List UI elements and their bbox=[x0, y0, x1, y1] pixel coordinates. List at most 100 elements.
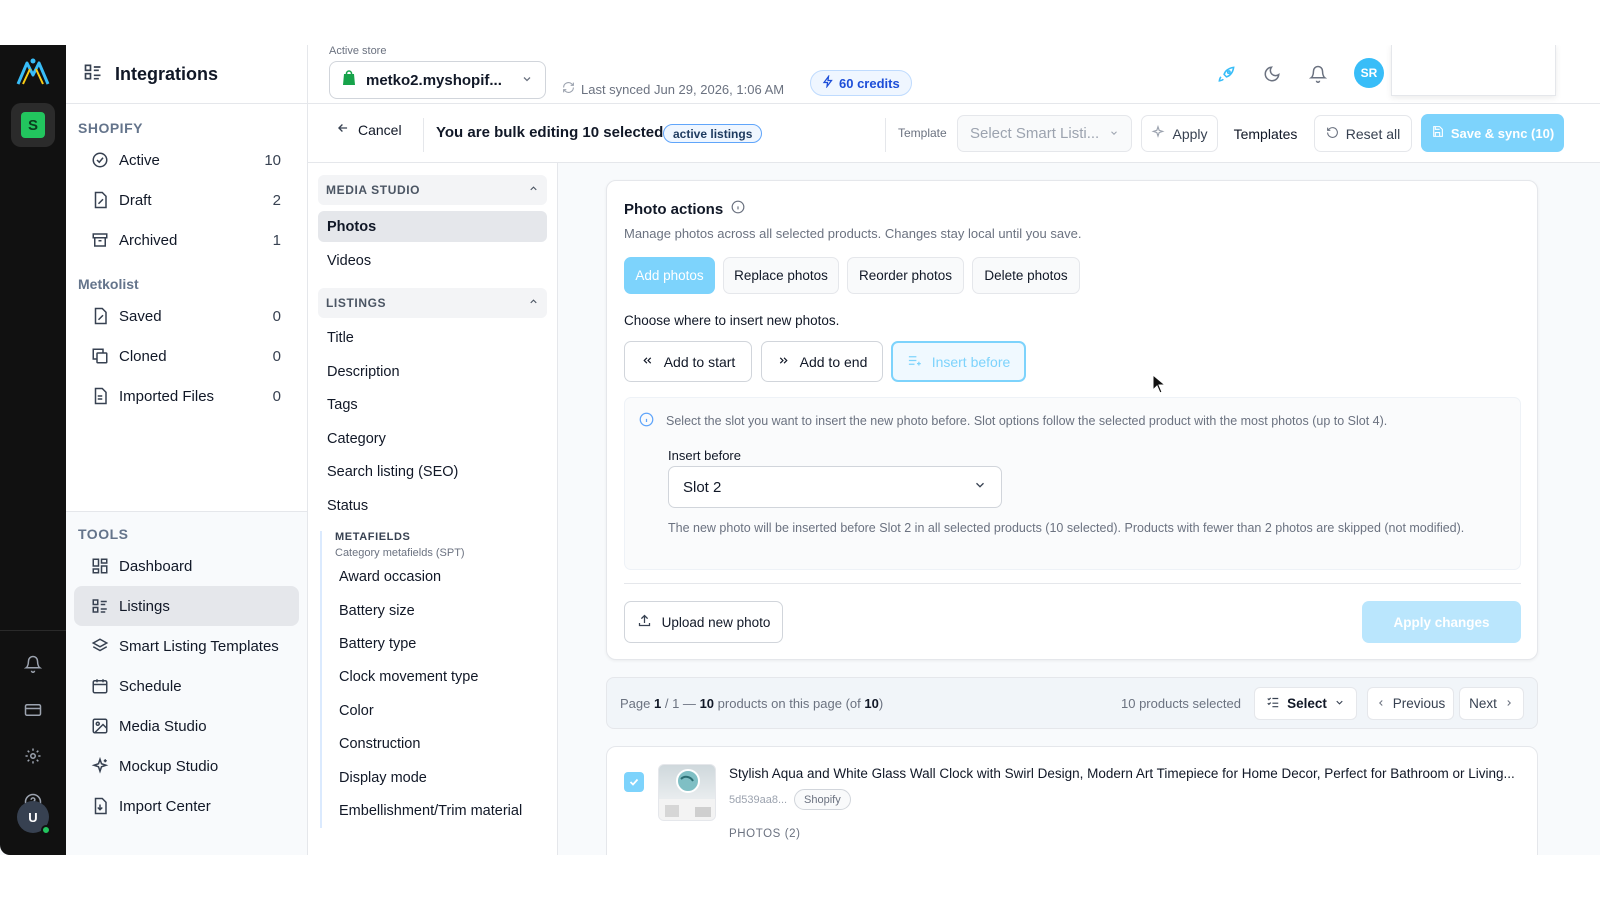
shopify-heading: SHOPIFY bbox=[78, 120, 143, 136]
upload-icon bbox=[637, 613, 652, 631]
sidebar-item-label: Dashboard bbox=[119, 557, 193, 575]
metafield-item[interactable]: Embellishment/Trim material bbox=[322, 794, 557, 827]
sidebar-item-label: Active bbox=[119, 151, 160, 169]
add-photos-button[interactable]: Add photos bbox=[624, 257, 715, 294]
calendar-icon bbox=[90, 676, 110, 696]
sidebar-item-media-studio[interactable]: Media Studio bbox=[74, 706, 299, 746]
shopify-bag-icon[interactable]: S bbox=[11, 103, 55, 147]
metafield-item[interactable]: Battery type bbox=[322, 627, 557, 660]
arrow-left-icon bbox=[336, 121, 350, 138]
delete-photos-button[interactable]: Delete photos bbox=[972, 257, 1080, 294]
page-separator: / 1 — bbox=[664, 696, 696, 711]
nav-item-tags[interactable]: Tags bbox=[318, 389, 547, 423]
next-page-button[interactable]: Next bbox=[1459, 687, 1524, 720]
previous-label: Previous bbox=[1392, 696, 1446, 711]
store-select[interactable]: metko2.myshopif... bbox=[329, 61, 546, 99]
info-icon[interactable] bbox=[731, 200, 745, 218]
select-dropdown-button[interactable]: Select bbox=[1254, 687, 1357, 720]
nav-item-videos[interactable]: Videos bbox=[318, 244, 547, 278]
product-title[interactable]: Stylish Aqua and White Glass Wall Clock … bbox=[729, 766, 1515, 781]
sidebar-item-import-center[interactable]: Import Center bbox=[74, 786, 299, 826]
metkolist-logo-icon[interactable] bbox=[15, 57, 51, 87]
avatar-initial: U bbox=[28, 809, 38, 825]
choose-position-label: Choose where to insert new photos. bbox=[624, 313, 840, 328]
main-panel: Photo actions Manage photos across all s… bbox=[558, 163, 1600, 855]
sidebar-item-schedule[interactable]: Schedule bbox=[74, 666, 299, 706]
sidebar-item-active[interactable]: Active 10 bbox=[74, 140, 299, 180]
nav-item-status[interactable]: Status bbox=[318, 489, 547, 523]
page-info: Page 1 / 1 — 10 products on this page (o… bbox=[620, 696, 883, 711]
upload-new-photo-button[interactable]: Upload new photo bbox=[624, 601, 783, 643]
slot-select[interactable]: Slot 2 bbox=[668, 466, 1002, 508]
sidebar-item-mockup-studio[interactable]: Mockup Studio bbox=[74, 746, 299, 786]
sidebar-item-archived[interactable]: Archived 1 bbox=[74, 220, 299, 260]
replace-photos-button[interactable]: Replace photos bbox=[723, 257, 839, 294]
sidebar-item-cloned[interactable]: Cloned 0 bbox=[74, 336, 299, 376]
image-icon bbox=[90, 716, 110, 736]
nav-item-photos[interactable]: Photos bbox=[318, 211, 547, 242]
sidebar-item-listings[interactable]: Listings bbox=[74, 586, 299, 626]
info-icon bbox=[639, 412, 654, 430]
metafield-item[interactable]: Color bbox=[322, 694, 557, 727]
sidebar-header: Integrations bbox=[66, 45, 307, 104]
card-icon[interactable] bbox=[22, 699, 44, 721]
nav-item-title[interactable]: Title bbox=[318, 322, 547, 356]
previous-page-button[interactable]: Previous bbox=[1367, 687, 1454, 720]
chevron-down-icon bbox=[1334, 696, 1345, 711]
user-avatar[interactable]: U bbox=[17, 801, 51, 835]
chevron-left-icon bbox=[1376, 696, 1386, 711]
product-checkbox[interactable] bbox=[624, 772, 644, 792]
add-to-end-button[interactable]: Add to end bbox=[761, 341, 883, 382]
sidebar-item-draft[interactable]: Draft 2 bbox=[74, 180, 299, 220]
list-check-icon bbox=[1266, 695, 1280, 712]
nav-item-search-listing-seo[interactable]: Search listing (SEO) bbox=[318, 456, 547, 490]
check-icon bbox=[629, 778, 639, 786]
metafield-item[interactable]: Construction bbox=[322, 727, 557, 760]
tools-heading: TOOLS bbox=[78, 526, 129, 542]
add-to-start-button[interactable]: Add to start bbox=[624, 341, 752, 382]
insert-before-button[interactable]: Insert before bbox=[891, 341, 1026, 382]
templates-button[interactable]: Templates bbox=[1226, 115, 1305, 152]
sidebar-item-smart-listing-templates[interactable]: Smart Listing Templates bbox=[74, 626, 299, 666]
gear-icon[interactable] bbox=[22, 745, 44, 767]
rocket-icon[interactable] bbox=[1215, 63, 1237, 85]
template-select[interactable]: Select Smart Listi... bbox=[957, 115, 1132, 152]
cancel-button[interactable]: Cancel bbox=[336, 121, 402, 138]
moon-icon[interactable] bbox=[1261, 63, 1283, 85]
apply-label: Apply bbox=[1172, 125, 1208, 142]
product-photos-label: PHOTOS (2) bbox=[729, 828, 801, 840]
metafield-item[interactable]: Battery size bbox=[322, 594, 557, 627]
listings-icon bbox=[90, 596, 110, 616]
product-thumbnail[interactable] bbox=[658, 764, 716, 821]
apply-changes-button[interactable]: Apply changes bbox=[1362, 601, 1521, 643]
save-sync-button[interactable]: Save & sync (10) bbox=[1421, 114, 1564, 152]
cancel-label: Cancel bbox=[358, 121, 402, 138]
product-row[interactable]: Stylish Aqua and White Glass Wall Clock … bbox=[606, 746, 1538, 855]
reset-all-button[interactable]: Reset all bbox=[1314, 115, 1412, 152]
archive-icon bbox=[90, 230, 110, 250]
metafield-item[interactable]: Clock movement type bbox=[322, 661, 557, 694]
metafield-item[interactable]: Display mode bbox=[322, 761, 557, 794]
sidebar-item-imported-files[interactable]: Imported Files 0 bbox=[74, 376, 299, 416]
page-number: 1 bbox=[654, 696, 662, 711]
nav-item-description[interactable]: Description bbox=[318, 355, 547, 389]
template-placeholder: Select Smart Listi... bbox=[970, 125, 1100, 142]
top-bar: Active store metko2.myshopif... Last syn… bbox=[308, 45, 1600, 104]
metafields-section: METAFIELDS Category metafields (SPT) Awa… bbox=[320, 530, 557, 828]
user-avatar-initials[interactable]: SR bbox=[1354, 58, 1384, 88]
sidebar-item-dashboard[interactable]: Dashboard bbox=[74, 546, 299, 586]
sidebar-item-label: Mockup Studio bbox=[119, 757, 219, 775]
photo-actions-subtitle: Manage photos across all selected produc… bbox=[624, 226, 1082, 241]
listings-group[interactable]: LISTINGS bbox=[318, 287, 547, 318]
sidebar-item-saved[interactable]: Saved 0 bbox=[74, 296, 299, 336]
credits-badge[interactable]: 60 credits bbox=[810, 70, 912, 96]
bell-icon[interactable] bbox=[22, 653, 44, 675]
sparkle-icon bbox=[1151, 124, 1165, 142]
metafield-item[interactable]: Award occasion bbox=[322, 561, 557, 594]
media-studio-group[interactable]: MEDIA STUDIO bbox=[318, 175, 547, 205]
nav-item-category[interactable]: Category bbox=[318, 422, 547, 456]
notification-bell-icon[interactable] bbox=[1307, 63, 1329, 85]
apply-template-button[interactable]: Apply bbox=[1141, 115, 1218, 152]
reorder-photos-button[interactable]: Reorder photos bbox=[847, 257, 964, 294]
file-icon bbox=[90, 386, 110, 406]
